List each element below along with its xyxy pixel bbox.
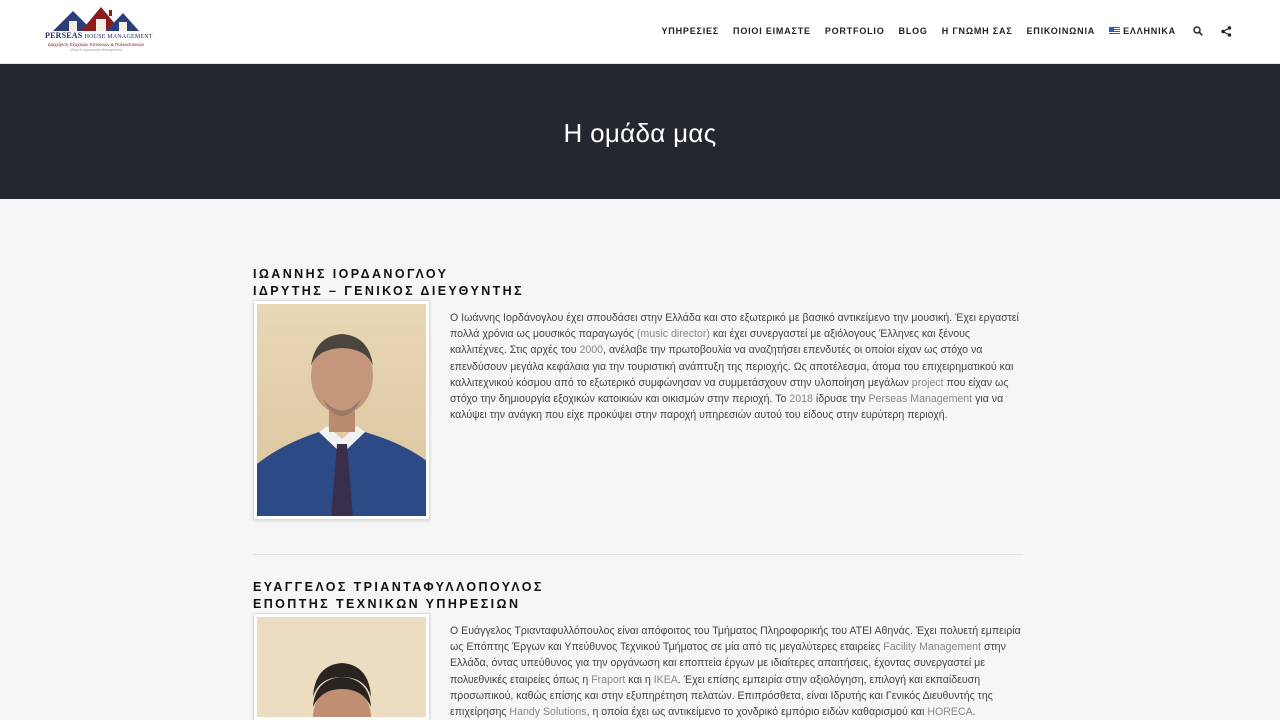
page-title-band: Η ομάδα μας <box>0 64 1280 199</box>
logo-tagline: Διαχείριση Εξοχικών Κατοικιών & Πολυκατο… <box>47 42 145 47</box>
nav-blog[interactable]: BLOG <box>899 26 928 36</box>
nav-reviews[interactable]: Η ΓΝΩΜΗ ΣΑΣ <box>942 26 1013 36</box>
portrait-image <box>257 304 426 516</box>
team-member: ΙΩΑΝΝΗΣ ΙΟΡΔΑΝΟΓΛΟΥ ΙΔΡΥΤΗΣ – ΓΕΝΙΚΟΣ ΔΙ… <box>253 266 1023 300</box>
nav-portfolio[interactable]: PORTFOLIO <box>825 26 885 36</box>
team-member: ΕΥΑΓΓΕΛΟΣ ΤΡΙΑΝΤΑΦΥΛΛΟΠΟΥΛΟΣ ΕΠΟΠΤΗΣ ΤΕΧ… <box>253 579 1023 613</box>
page-title: Η ομάδα μας <box>563 118 717 148</box>
member-bio: Ο Ευάγγελος Τριανταφυλλόπουλος είναι από… <box>450 625 1021 719</box>
nav-contact[interactable]: ΕΠΙΚΟΙΝΩΝΙΑ <box>1026 26 1095 36</box>
search-icon[interactable] <box>1192 25 1204 37</box>
greek-flag-icon <box>1109 27 1121 35</box>
member-name: ΕΥΑΓΓΕΛΟΣ ΤΡΙΑΝΤΑΦΥΛΛΟΠΟΥΛΟΣ <box>253 580 544 594</box>
member-name: ΙΩΑΝΝΗΣ ΙΟΡΔΑΝΟΓΛΟΥ <box>253 267 449 281</box>
language-label: ΕΛΛΗΝΙΚΑ <box>1123 26 1176 36</box>
logo-tagline-secondary: Villas & Apartments Management <box>70 48 122 52</box>
site-header: PERSEAS HOUSE MANAGEMENT Διαχείριση Εξοχ… <box>0 0 1280 64</box>
share-icon[interactable] <box>1220 25 1232 37</box>
nav-about[interactable]: ΠΟΙΟΙ ΕΙΜΑΣΤΕ <box>733 26 811 36</box>
nav-services[interactable]: ΥΠΗΡΕΣΙΕΣ <box>662 26 720 36</box>
member-bio: Ο Ιωάννης Ιορδάνογλου έχει σπουδάσει στη… <box>450 312 1019 422</box>
section-divider <box>253 554 1023 555</box>
portrait-image <box>257 617 426 717</box>
logo-brand: PERSEAS HOUSE MANAGEMENT <box>45 31 153 40</box>
member-role: ΕΠΟΠΤΗΣ ΤΕΧΝΙΚΩΝ ΥΠΗΡΕΣΙΩΝ <box>253 597 521 611</box>
member-photo <box>253 300 430 520</box>
nav-language[interactable]: ΕΛΛΗΝΙΚΑ <box>1109 26 1176 36</box>
main-nav: ΥΠΗΡΕΣΙΕΣ ΠΟΙΟΙ ΕΙΜΑΣΤΕ PORTFOLIO BLOG Η… <box>648 0 1233 62</box>
member-photo <box>253 613 430 720</box>
site-logo[interactable]: PERSEAS HOUSE MANAGEMENT Διαχείριση Εξοχ… <box>45 5 153 55</box>
house-roof-icon <box>53 7 139 31</box>
member-role: ΙΔΡΥΤΗΣ – ΓΕΝΙΚΟΣ ΔΙΕΥΘΥΝΤΗΣ <box>253 284 524 298</box>
